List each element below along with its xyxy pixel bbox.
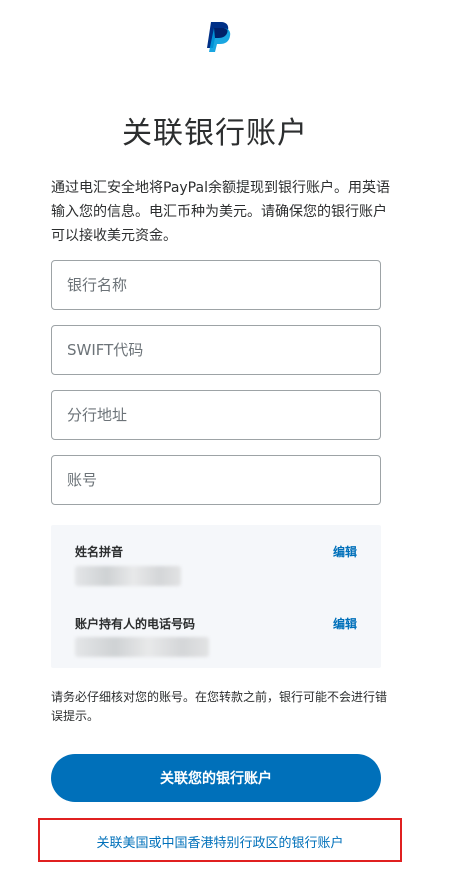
link-bank-account-button[interactable]: 关联您的银行账户 (51, 754, 381, 802)
bank-name-input[interactable] (51, 260, 381, 310)
swift-code-input[interactable] (51, 325, 381, 375)
highlight-annotation-box: 关联美国或中国香港特别行政区的银行账户 (38, 818, 402, 862)
account-holder-info: 姓名拼音 编辑 账户持有人的电话号码 编辑 (51, 525, 381, 668)
name-pinyin-label: 姓名拼音 (75, 545, 124, 559)
branch-address-input[interactable] (51, 390, 381, 440)
page-title: 关联银行账户 (122, 116, 308, 151)
phone-value-redacted (75, 637, 209, 657)
account-number-input[interactable] (51, 455, 381, 505)
phone-label: 账户持有人的电话号码 (75, 617, 196, 631)
verification-notice: 请务必仔细核对您的账号。在您转款之前，银行可能不会进行错误提示。 (51, 690, 388, 723)
edit-phone-link[interactable]: 编辑 (333, 615, 357, 632)
name-value-redacted (75, 566, 181, 586)
edit-name-link[interactable]: 编辑 (333, 543, 357, 560)
paypal-logo-icon (207, 22, 231, 52)
link-us-hk-bank-link[interactable]: 关联美国或中国香港特别行政区的银行账户 (40, 832, 400, 851)
intro-text: 通过电汇安全地将PayPal余额提现到银行账户。用英语输入您的信息。电汇币种为美… (51, 180, 390, 244)
link-bank-page: 关联银行账户 通过电汇安全地将PayPal余额提现到银行账户。用英语输入您的信息… (0, 0, 476, 870)
